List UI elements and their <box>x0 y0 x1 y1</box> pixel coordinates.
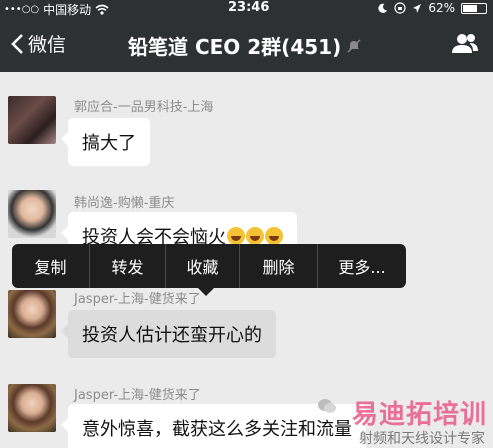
sender-name: 郭应合-一品男科技-上海 <box>74 100 214 115</box>
battery-percent: 62% <box>428 1 455 15</box>
chat-title: 铅笔道 CEO 2群(451) <box>128 31 361 60</box>
wechat-logo-icon <box>318 399 336 413</box>
status-time: 23:46 <box>228 0 270 15</box>
wifi-icon <box>95 4 109 15</box>
nav-bar: 微信 铅笔道 CEO 2群(451) <box>0 16 493 72</box>
watermark-brand: 易迪拓培训 <box>351 400 487 430</box>
watermark: 易迪拓培训 射频和天线设计专家 <box>317 392 487 448</box>
menu-item-copy[interactable]: 复制 <box>12 244 90 288</box>
moon-icon <box>378 3 388 13</box>
signal-strength: •••○○ <box>4 4 40 15</box>
avatar[interactable] <box>8 290 56 338</box>
back-label: 微信 <box>28 34 67 56</box>
mute-icon <box>347 39 361 52</box>
battery-fill <box>463 4 477 12</box>
tears-of-joy-emoji-icon <box>227 227 245 245</box>
group-members-icon[interactable] <box>451 32 479 54</box>
rotation-lock-icon <box>394 2 406 14</box>
tears-of-joy-emoji-icon <box>246 227 264 245</box>
avatar[interactable] <box>8 96 56 144</box>
watermark-subtitle: 射频和天线设计专家 <box>359 431 485 447</box>
chevron-left-icon <box>11 33 23 54</box>
menu-item-more[interactable]: 更多... <box>318 244 406 288</box>
status-right: 62% <box>377 1 487 15</box>
avatar[interactable] <box>8 190 56 238</box>
avatar[interactable] <box>8 384 56 432</box>
tears-of-joy-emoji-icon <box>265 227 283 245</box>
menu-item-delete[interactable]: 删除 <box>240 244 318 288</box>
status-bar: •••○○ 中国移动 23:46 62% <box>0 0 493 17</box>
back-button[interactable]: 微信 <box>10 30 66 57</box>
sender-name: Jasper-上海-健货来了 <box>74 292 201 307</box>
sender-name: Jasper-上海-健货来了 <box>74 388 201 403</box>
message-bubble[interactable]: 搞大了 <box>61 118 150 166</box>
menu-item-favorite[interactable]: 收藏 <box>166 244 240 288</box>
location-icon <box>413 3 422 13</box>
sender-name: 韩尚逸-购懒-重庆 <box>74 196 175 211</box>
message-bubble-selected[interactable]: 投资人估计还蛮开心的 <box>61 310 276 358</box>
menu-item-forward[interactable]: 转发 <box>90 244 166 288</box>
message-context-menu: 复制 转发 收藏 删除 更多... <box>12 244 406 296</box>
chat-title-text: 铅笔道 CEO 2群(451) <box>128 35 342 59</box>
battery-icon <box>461 2 487 14</box>
